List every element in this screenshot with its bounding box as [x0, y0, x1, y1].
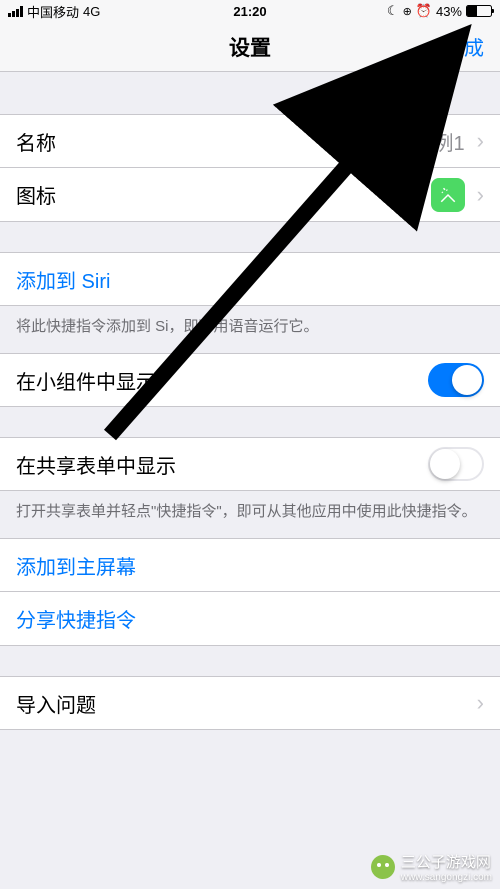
siri-note: 将此快捷指令添加到 Si，即可用语音运行它。	[0, 306, 500, 343]
chevron-right-icon: ›	[477, 182, 484, 208]
carrier-label: 中国移动	[27, 2, 79, 21]
status-bar: 中国移动 4G 21:20 ☾ ⊕ ⏰ 43%	[0, 0, 500, 22]
status-right: ☾ ⊕ ⏰ 43%	[387, 3, 492, 19]
alarm-icon: ⏰	[416, 3, 432, 19]
row-add-to-siri[interactable]: 添加到 Siri	[0, 252, 500, 306]
row-siri-label: 添加到 Siri	[16, 265, 484, 294]
row-import-questions[interactable]: 导入问题 ›	[0, 676, 500, 730]
chevron-right-icon: ›	[477, 690, 484, 716]
row-name[interactable]: 名称 案例1 ›	[0, 114, 500, 168]
row-import-label: 导入问题	[16, 689, 473, 718]
row-icon-label: 图标	[16, 180, 431, 209]
row-widget-label: 在小组件中显示	[16, 366, 428, 395]
share-sheet-note: 打开共享表单并轻点"快捷指令"，即可从其他应用中使用此快捷指令。	[0, 491, 500, 528]
row-add-home-label: 添加到主屏幕	[16, 551, 484, 580]
row-name-value: 案例1	[414, 127, 465, 156]
signal-icon	[8, 6, 23, 17]
watermark: 三公子游戏网 www.sangongzi.com	[371, 851, 492, 883]
page-title: 设置	[229, 32, 271, 62]
row-add-to-home[interactable]: 添加到主屏幕	[0, 538, 500, 592]
watermark-url: www.sangongzi.com	[401, 872, 492, 883]
battery-pct: 43%	[436, 4, 462, 19]
shortcut-icon	[431, 178, 465, 212]
chevron-right-icon: ›	[477, 128, 484, 154]
widget-toggle[interactable]	[428, 363, 484, 397]
watermark-text: 三公子游戏网	[401, 851, 492, 872]
lock-rotation-icon: ⊕	[403, 5, 412, 18]
row-show-in-widget: 在小组件中显示	[0, 353, 500, 407]
moon-icon: ☾	[387, 3, 399, 19]
done-button[interactable]: 完成	[444, 32, 484, 61]
row-share-shortcut-label: 分享快捷指令	[16, 604, 484, 633]
nav-bar: 设置 完成	[0, 22, 500, 72]
watermark-logo-icon	[371, 855, 395, 879]
network-label: 4G	[83, 4, 100, 19]
battery-icon	[466, 5, 492, 17]
row-share-sheet-label: 在共享表单中显示	[16, 450, 428, 479]
share-sheet-toggle[interactable]	[428, 447, 484, 481]
row-show-in-share-sheet: 在共享表单中显示	[0, 437, 500, 491]
status-left: 中国移动 4G	[8, 2, 100, 21]
row-icon[interactable]: 图标 ›	[0, 168, 500, 222]
clock-label: 21:20	[233, 4, 266, 19]
row-share-shortcut[interactable]: 分享快捷指令	[0, 592, 500, 646]
row-name-label: 名称	[16, 127, 414, 156]
